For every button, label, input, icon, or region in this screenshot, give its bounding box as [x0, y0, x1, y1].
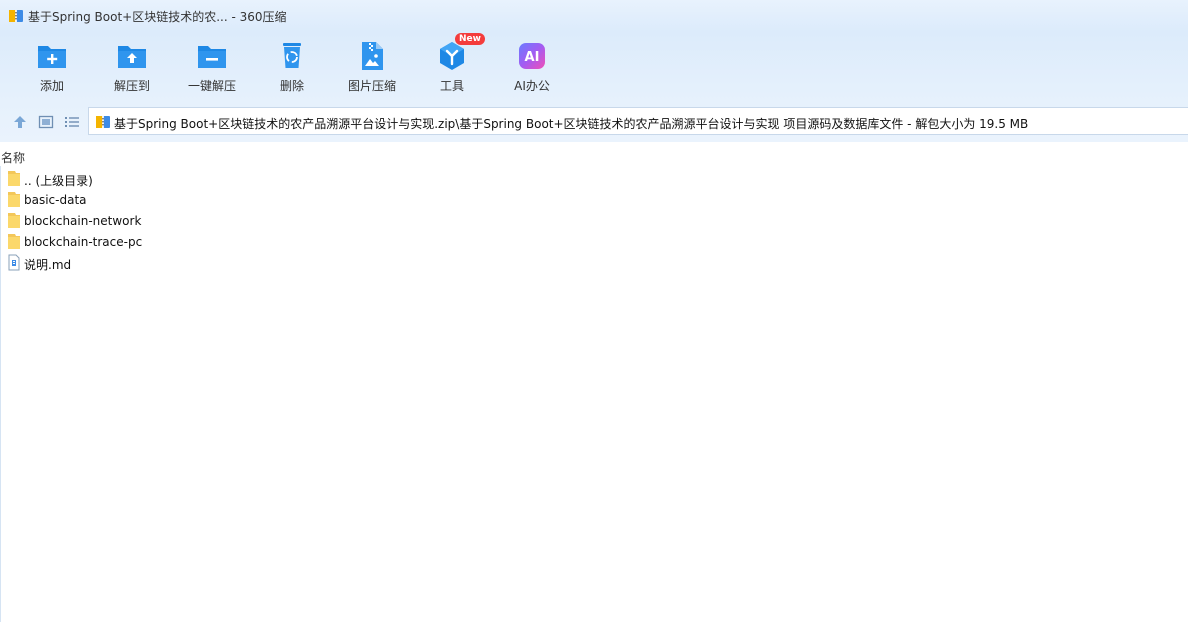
window-title: 基于Spring Boot+区块链技术的农... - 360压缩	[28, 10, 287, 24]
file-list-header: 名称	[0, 142, 1188, 166]
folder-icon	[8, 213, 20, 228]
ai-icon-text: AI	[525, 50, 540, 65]
item-name: blockchain-network	[24, 214, 142, 228]
list-view-button[interactable]	[63, 113, 81, 131]
address-bar[interactable]: 基于Spring Boot+区块链技术的农产品溯源平台设计与实现.zip\基于S…	[88, 107, 1188, 135]
navigation-bar: 基于Spring Boot+区块链技术的农产品溯源平台设计与实现.zip\基于S…	[0, 102, 1188, 142]
extract-folder-icon	[118, 46, 146, 68]
toolbar: 添加 解压到 一键解压 删除 图片压缩 New 工具 AI AI办公	[0, 32, 1188, 102]
list-item[interactable]: blockchain-network	[1, 210, 401, 231]
item-name: basic-data	[24, 193, 87, 207]
recycle-bin-icon	[283, 43, 301, 68]
ai-office-icon: AI	[519, 43, 545, 69]
title-bar: 基于Spring Boot+区块链技术的农... - 360压缩	[0, 0, 1188, 32]
item-name: .. (上级目录)	[24, 174, 93, 188]
file-list: .. (上级目录) basic-data blockchain-network …	[0, 166, 1188, 622]
image-compress-icon	[362, 42, 383, 70]
extract-to-label: 解压到	[113, 79, 150, 93]
delete-button[interactable]: 删除	[252, 32, 332, 102]
arrow-up-icon	[14, 116, 26, 128]
folder-icon	[8, 192, 20, 207]
archive-file-icon	[96, 116, 110, 128]
ai-office-label: AI办公	[514, 79, 550, 93]
thumbnail-view-icon	[38, 115, 54, 129]
list-item[interactable]: .. (上级目录)	[1, 168, 401, 189]
extract-to-button[interactable]: 解压到	[92, 32, 172, 102]
tools-label: 工具	[439, 79, 464, 93]
delete-label: 删除	[279, 79, 304, 93]
new-badge: New	[455, 33, 485, 45]
image-compress-button[interactable]: 图片压缩	[332, 32, 412, 102]
list-view-icon	[65, 117, 79, 127]
add-button[interactable]: 添加	[12, 32, 92, 102]
add-label: 添加	[39, 79, 64, 93]
folder-icon	[8, 171, 20, 186]
add-folder-icon	[38, 46, 66, 68]
thumbnail-view-button[interactable]	[37, 113, 55, 131]
list-item[interactable]: basic-data	[1, 189, 401, 210]
address-path: 基于Spring Boot+区块链技术的农产品溯源平台设计与实现.zip\基于S…	[114, 117, 1029, 131]
one-click-extract-icon	[198, 46, 226, 68]
one-click-extract-button[interactable]: 一键解压	[172, 32, 252, 102]
one-click-extract-label: 一键解压	[187, 79, 236, 93]
tools-button[interactable]: New 工具	[412, 32, 492, 102]
image-compress-label: 图片压缩	[347, 79, 396, 93]
item-name: 说明.md	[24, 258, 72, 272]
list-item[interactable]: 说明.md	[1, 252, 401, 273]
list-item[interactable]: blockchain-trace-pc	[1, 231, 401, 252]
item-name: blockchain-trace-pc	[24, 235, 143, 249]
ai-office-button[interactable]: AI AI办公	[492, 32, 572, 102]
file-icon	[8, 254, 20, 271]
up-directory-button[interactable]	[11, 113, 29, 131]
archive-app-icon	[9, 10, 23, 22]
folder-icon	[8, 234, 20, 249]
column-header-name[interactable]: 名称	[1, 149, 25, 166]
